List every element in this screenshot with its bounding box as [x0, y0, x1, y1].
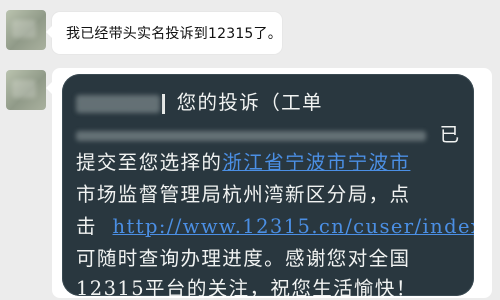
message-text: 我已经带头实名投诉到12315了。	[66, 26, 282, 42]
sms-text: 市场监督管理局杭州湾新区分局，点	[76, 183, 411, 206]
avatar[interactable]	[6, 70, 46, 110]
sms-line-5: 击 http://www.12315.cn/cuser/index	[76, 210, 474, 239]
avatar[interactable]	[6, 10, 46, 50]
sms-line-6: 可随时查询办理进度。感谢您对全国	[76, 242, 410, 271]
redacted-ticket-number	[76, 130, 426, 141]
message-bubble[interactable]: 我已经带头实名投诉到12315了。	[46, 12, 282, 54]
sms-text: 12315平台的关注，祝您生活愉快！	[76, 277, 417, 296]
sms-text: 提交至您选择的	[76, 151, 223, 174]
sms-text: 已	[439, 123, 461, 146]
sms-line-7: 12315平台的关注，祝您生活愉快！	[76, 272, 417, 296]
agency-link[interactable]: 浙江省宁波市宁波市	[222, 151, 410, 174]
sms-line-1: 您的投诉（工单	[76, 86, 323, 115]
redaction-mark	[162, 93, 165, 114]
sms-line-4: 市场监督管理局杭州湾新区分局，点	[76, 178, 410, 207]
sms-line-2: 已	[76, 118, 461, 147]
sms-text: 击	[76, 215, 97, 238]
url-link[interactable]: http://www.12315.cn/cuser/index	[113, 215, 474, 238]
sms-line-3: 提交至您选择的浙江省宁波市宁波市	[76, 146, 410, 175]
redacted-sender	[76, 94, 160, 113]
sms-text: 可随时查询办理进度。感谢您对全国	[76, 247, 411, 270]
sms-screenshot[interactable]: 您的投诉（工单 已 提交至您选择的浙江省宁波市宁波市 市场监督管理局杭州湾新区分…	[62, 74, 474, 296]
sms-text: 您的投诉（工单	[176, 91, 323, 114]
